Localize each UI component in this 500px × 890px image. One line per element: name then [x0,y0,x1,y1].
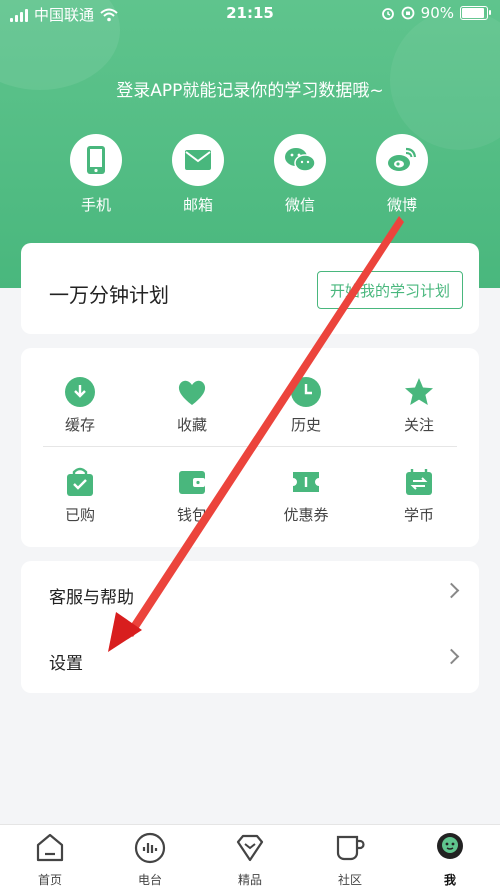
login-tip: 登录APP就能记录你的学习数据哦~ [116,81,384,101]
tab-label: 首页 [37,873,62,887]
login-option-label: 手机 [80,196,111,214]
status-right: 90% [381,4,491,22]
login-option-label: 邮箱 [182,196,213,214]
feature-label: 钱包 [176,506,207,524]
wechat-icon [274,134,326,186]
login-phone-button[interactable]: 手机 [61,134,131,215]
coupon-icon [290,466,322,498]
clock-icon [290,376,322,408]
heart-icon [176,376,208,408]
tab-me[interactable]: 我 [415,831,485,888]
login-weibo-button[interactable]: 微博 [367,134,437,215]
tab-label: 电台 [137,873,162,887]
feature-coupon[interactable]: 优惠券 [261,466,351,525]
features-card: 缓存 收藏 历史 关注 已购 钱包 优惠券 学币 [21,348,479,547]
orientation-lock-icon [401,6,415,20]
status-bar: 中国联通 21:15 90% [0,0,500,28]
star-icon [403,376,435,408]
battery-icon [460,6,491,20]
menu-row-label: 客服与帮助 [49,588,134,608]
feature-label: 缓存 [64,416,95,434]
tab-label: 精品 [237,873,262,887]
login-option-label: 微信 [284,196,315,214]
tab-community[interactable]: 社区 [315,831,385,888]
plan-card: 一万分钟计划 开始我的学习计划 [21,243,479,334]
login-wechat-button[interactable]: 微信 [265,134,335,215]
weibo-icon [376,134,428,186]
feature-purchased[interactable]: 已购 [35,466,125,525]
profile-icon [437,833,463,859]
feature-label: 收藏 [176,416,207,434]
menu-card: 客服与帮助 设置 [21,561,479,693]
phone-icon [70,134,122,186]
alarm-icon [381,8,394,20]
feature-label: 优惠券 [283,506,329,524]
feature-label: 已购 [64,506,95,524]
mail-icon [172,134,224,186]
home-icon [36,833,64,862]
menu-row-help[interactable]: 客服与帮助 [21,561,479,627]
tab-home[interactable]: 首页 [15,831,85,888]
feature-label: 历史 [290,416,321,434]
chevron-right-icon [443,648,460,665]
feature-favorites[interactable]: 收藏 [147,376,237,435]
battery-percent: 90% [420,4,454,22]
tab-bar: 首页 电台 精品 社区 我 [0,824,500,890]
feature-wallet[interactable]: 钱包 [147,466,237,525]
feature-label: 关注 [403,416,434,434]
menu-row-settings[interactable]: 设置 [21,627,479,693]
chevron-right-icon [443,582,460,599]
diamond-icon [236,834,264,862]
wallet-icon [176,466,208,498]
download-cloud-icon [64,376,96,408]
feature-history[interactable]: 历史 [261,376,351,435]
tab-label: 我 [443,873,456,887]
login-option-label: 微博 [386,196,417,214]
tab-label: 社区 [337,873,362,887]
plan-title: 一万分钟计划 [49,283,169,307]
feature-label: 学币 [403,506,434,524]
bag-icon [64,466,96,498]
cup-icon [336,835,365,861]
tab-featured[interactable]: 精品 [215,831,285,888]
coin-icon [403,466,435,498]
login-mail-button[interactable]: 邮箱 [163,134,233,215]
start-plan-button[interactable]: 开始我的学习计划 [316,271,463,309]
radio-icon [134,832,166,864]
divider [43,446,457,447]
menu-row-label: 设置 [49,654,83,674]
tab-radio[interactable]: 电台 [115,831,185,888]
feature-coins[interactable]: 学币 [374,466,464,525]
feature-follow[interactable]: 关注 [374,376,464,435]
feature-cache[interactable]: 缓存 [35,376,125,435]
